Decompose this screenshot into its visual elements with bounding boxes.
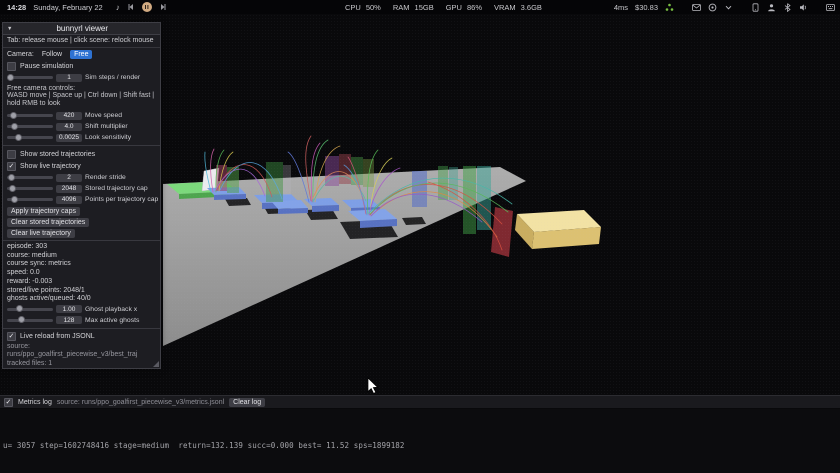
trajectory-sliders: 2 Render stride 2048 Stored trajectory c… <box>3 172 160 205</box>
slider-row: 4.0 Shift multiplier <box>3 121 160 132</box>
slider[interactable] <box>7 111 53 119</box>
stat-item: RAM 15GB <box>392 2 434 12</box>
slider-row: 2048 Stored trajectory cap <box>3 183 160 194</box>
balance-indicator: $30.83 <box>635 2 658 12</box>
session-icon[interactable] <box>708 3 717 12</box>
slider[interactable] <box>7 184 53 192</box>
toggle-row: Show live trajectory <box>3 160 160 172</box>
clear-log-button[interactable]: Clear log <box>229 397 266 407</box>
metrics-source: source: runs/ppo_goalfirst_piecewise_v3/… <box>56 398 225 406</box>
slider-row: 0.0025 Look sensitivity <box>3 132 160 143</box>
volume-icon[interactable] <box>799 3 808 12</box>
viewer-panel: ▼ bunnyrl viewer Tab: release mouse | cl… <box>2 22 161 369</box>
free-camera-hint: WASD move | Space up | Ctrl down | Shift… <box>7 92 155 107</box>
slider[interactable] <box>7 122 53 130</box>
collapse-arrow-icon[interactable]: ▼ <box>7 26 12 32</box>
stat-item: VRAM 3.6GB <box>494 2 542 12</box>
reload-source: source: runs/ppo_goalfirst_piecewise_v3/… <box>7 342 138 359</box>
camera-mode-option[interactable]: Follow <box>38 50 66 59</box>
goal-platform <box>515 210 601 249</box>
latency-indicator: 4ms <box>613 2 629 12</box>
stat-item: GPU 86% <box>445 2 482 12</box>
panel-title-bar[interactable]: ▼ bunnyrl viewer <box>3 23 160 35</box>
cluster-icon[interactable] <box>665 3 674 12</box>
mail-icon[interactable] <box>692 3 701 12</box>
metrics-log-checkbox[interactable] <box>4 397 13 407</box>
sim-steps-slider[interactable] <box>6 73 53 81</box>
system-stats: CPU 50% RAM 15GB GPU 86% VRAM 3.6GB <box>345 0 542 14</box>
panel-title: bunnyrl viewer <box>56 24 109 33</box>
tracked-files: tracked files: 1 <box>7 359 53 367</box>
toggle-checkbox[interactable] <box>7 161 16 171</box>
toggle-checkbox[interactable] <box>7 149 16 159</box>
slider[interactable] <box>7 195 53 203</box>
trajectory-buttons: Apply trajectory caps Clear stored traje… <box>3 207 160 238</box>
music-note-icon: ♪ <box>115 2 120 12</box>
next-track-icon[interactable] <box>159 3 167 11</box>
slider-row: 128 Max active ghosts <box>3 315 160 326</box>
camera-mode-option[interactable]: Free <box>70 49 93 59</box>
user-icon[interactable] <box>767 3 776 12</box>
chevron-down-icon[interactable] <box>724 3 733 12</box>
status-line: episode: 303 <box>7 243 48 250</box>
sim-steps-slider-row: 1 Sim steps / render <box>3 72 160 83</box>
trajectory-toggles: Show stored trajectories Show live traje… <box>3 148 160 172</box>
stat-item: CPU 50% <box>345 2 381 12</box>
slider[interactable] <box>7 316 53 324</box>
mouse-hint: Tab: release mouse | click scene: relock… <box>3 35 160 48</box>
log-line: u= 3057 step=1602748416 stage=medium ret… <box>3 441 405 451</box>
status-readout: episode: 303 course: medium course sync:… <box>3 243 160 304</box>
top-status-bar: 14:28 Sunday, February 22 ♪ CPU 50% RAM … <box>0 0 840 14</box>
camera-label: Camera: <box>7 50 34 58</box>
panel-button[interactable]: Clear stored trajectories <box>7 218 90 227</box>
status-line: stored/live points: 2048/1 <box>7 286 85 294</box>
camera-mode-row: Camera: Follow Free <box>3 48 160 60</box>
panel-button[interactable]: Clear live trajectory <box>7 229 75 238</box>
panel-button[interactable]: Apply trajectory caps <box>7 207 80 216</box>
slider-row: 2 Render stride <box>3 172 160 183</box>
status-line: course sync: metrics <box>7 260 71 268</box>
slider[interactable] <box>7 305 53 313</box>
slider-row: 1.00 Ghost playback x <box>3 304 160 315</box>
phone-icon[interactable] <box>751 2 760 12</box>
live-reload-label: Live reload from JSONL <box>20 333 95 341</box>
metrics-log-output[interactable]: u= 3057 step=1602748416 stage=medium ret… <box>0 409 840 473</box>
metrics-log-label: Metrics log <box>18 398 52 406</box>
clock[interactable]: 14:28 <box>7 3 26 12</box>
play-pause-button[interactable] <box>141 2 152 12</box>
prev-track-icon[interactable] <box>127 3 135 11</box>
status-line: speed: 0.0 <box>7 269 40 277</box>
date[interactable]: Sunday, February 22 <box>33 3 103 12</box>
resize-grip[interactable] <box>153 360 159 367</box>
toggle-row: Show stored trajectories <box>3 148 160 160</box>
status-line: course: medium <box>7 251 57 259</box>
mouse-cursor <box>367 377 379 394</box>
pause-checkbox[interactable] <box>7 61 16 71</box>
camera-sliders: 420 Move speed 4.0 Shift multiplier 0.00… <box>3 110 160 143</box>
status-line: reward: -0.003 <box>7 277 53 285</box>
free-camera-section-title: Free camera controls: <box>7 85 76 92</box>
pause-label: Pause simulation <box>20 62 74 70</box>
ghost-sliders: 1.00 Ghost playback x 128 Max active gho… <box>3 304 160 326</box>
metrics-log-bar: Metrics log source: runs/ppo_goalfirst_p… <box>0 395 840 408</box>
slider[interactable] <box>7 173 53 181</box>
live-reload-row: Live reload from JSONL <box>3 331 160 343</box>
status-line: ghosts active/queued: 40/0 <box>7 295 91 303</box>
pause-row: Pause simulation <box>3 60 160 72</box>
slider-row: 420 Move speed <box>3 110 160 121</box>
live-reload-checkbox[interactable] <box>7 332 16 342</box>
bluetooth-icon[interactable] <box>783 2 792 12</box>
desktop: 14:28 Sunday, February 22 ♪ CPU 50% RAM … <box>0 0 840 473</box>
keyboard-icon[interactable] <box>826 3 835 12</box>
slider-row: 4096 Points per trajectory cap <box>3 194 160 205</box>
slider[interactable] <box>7 133 53 141</box>
